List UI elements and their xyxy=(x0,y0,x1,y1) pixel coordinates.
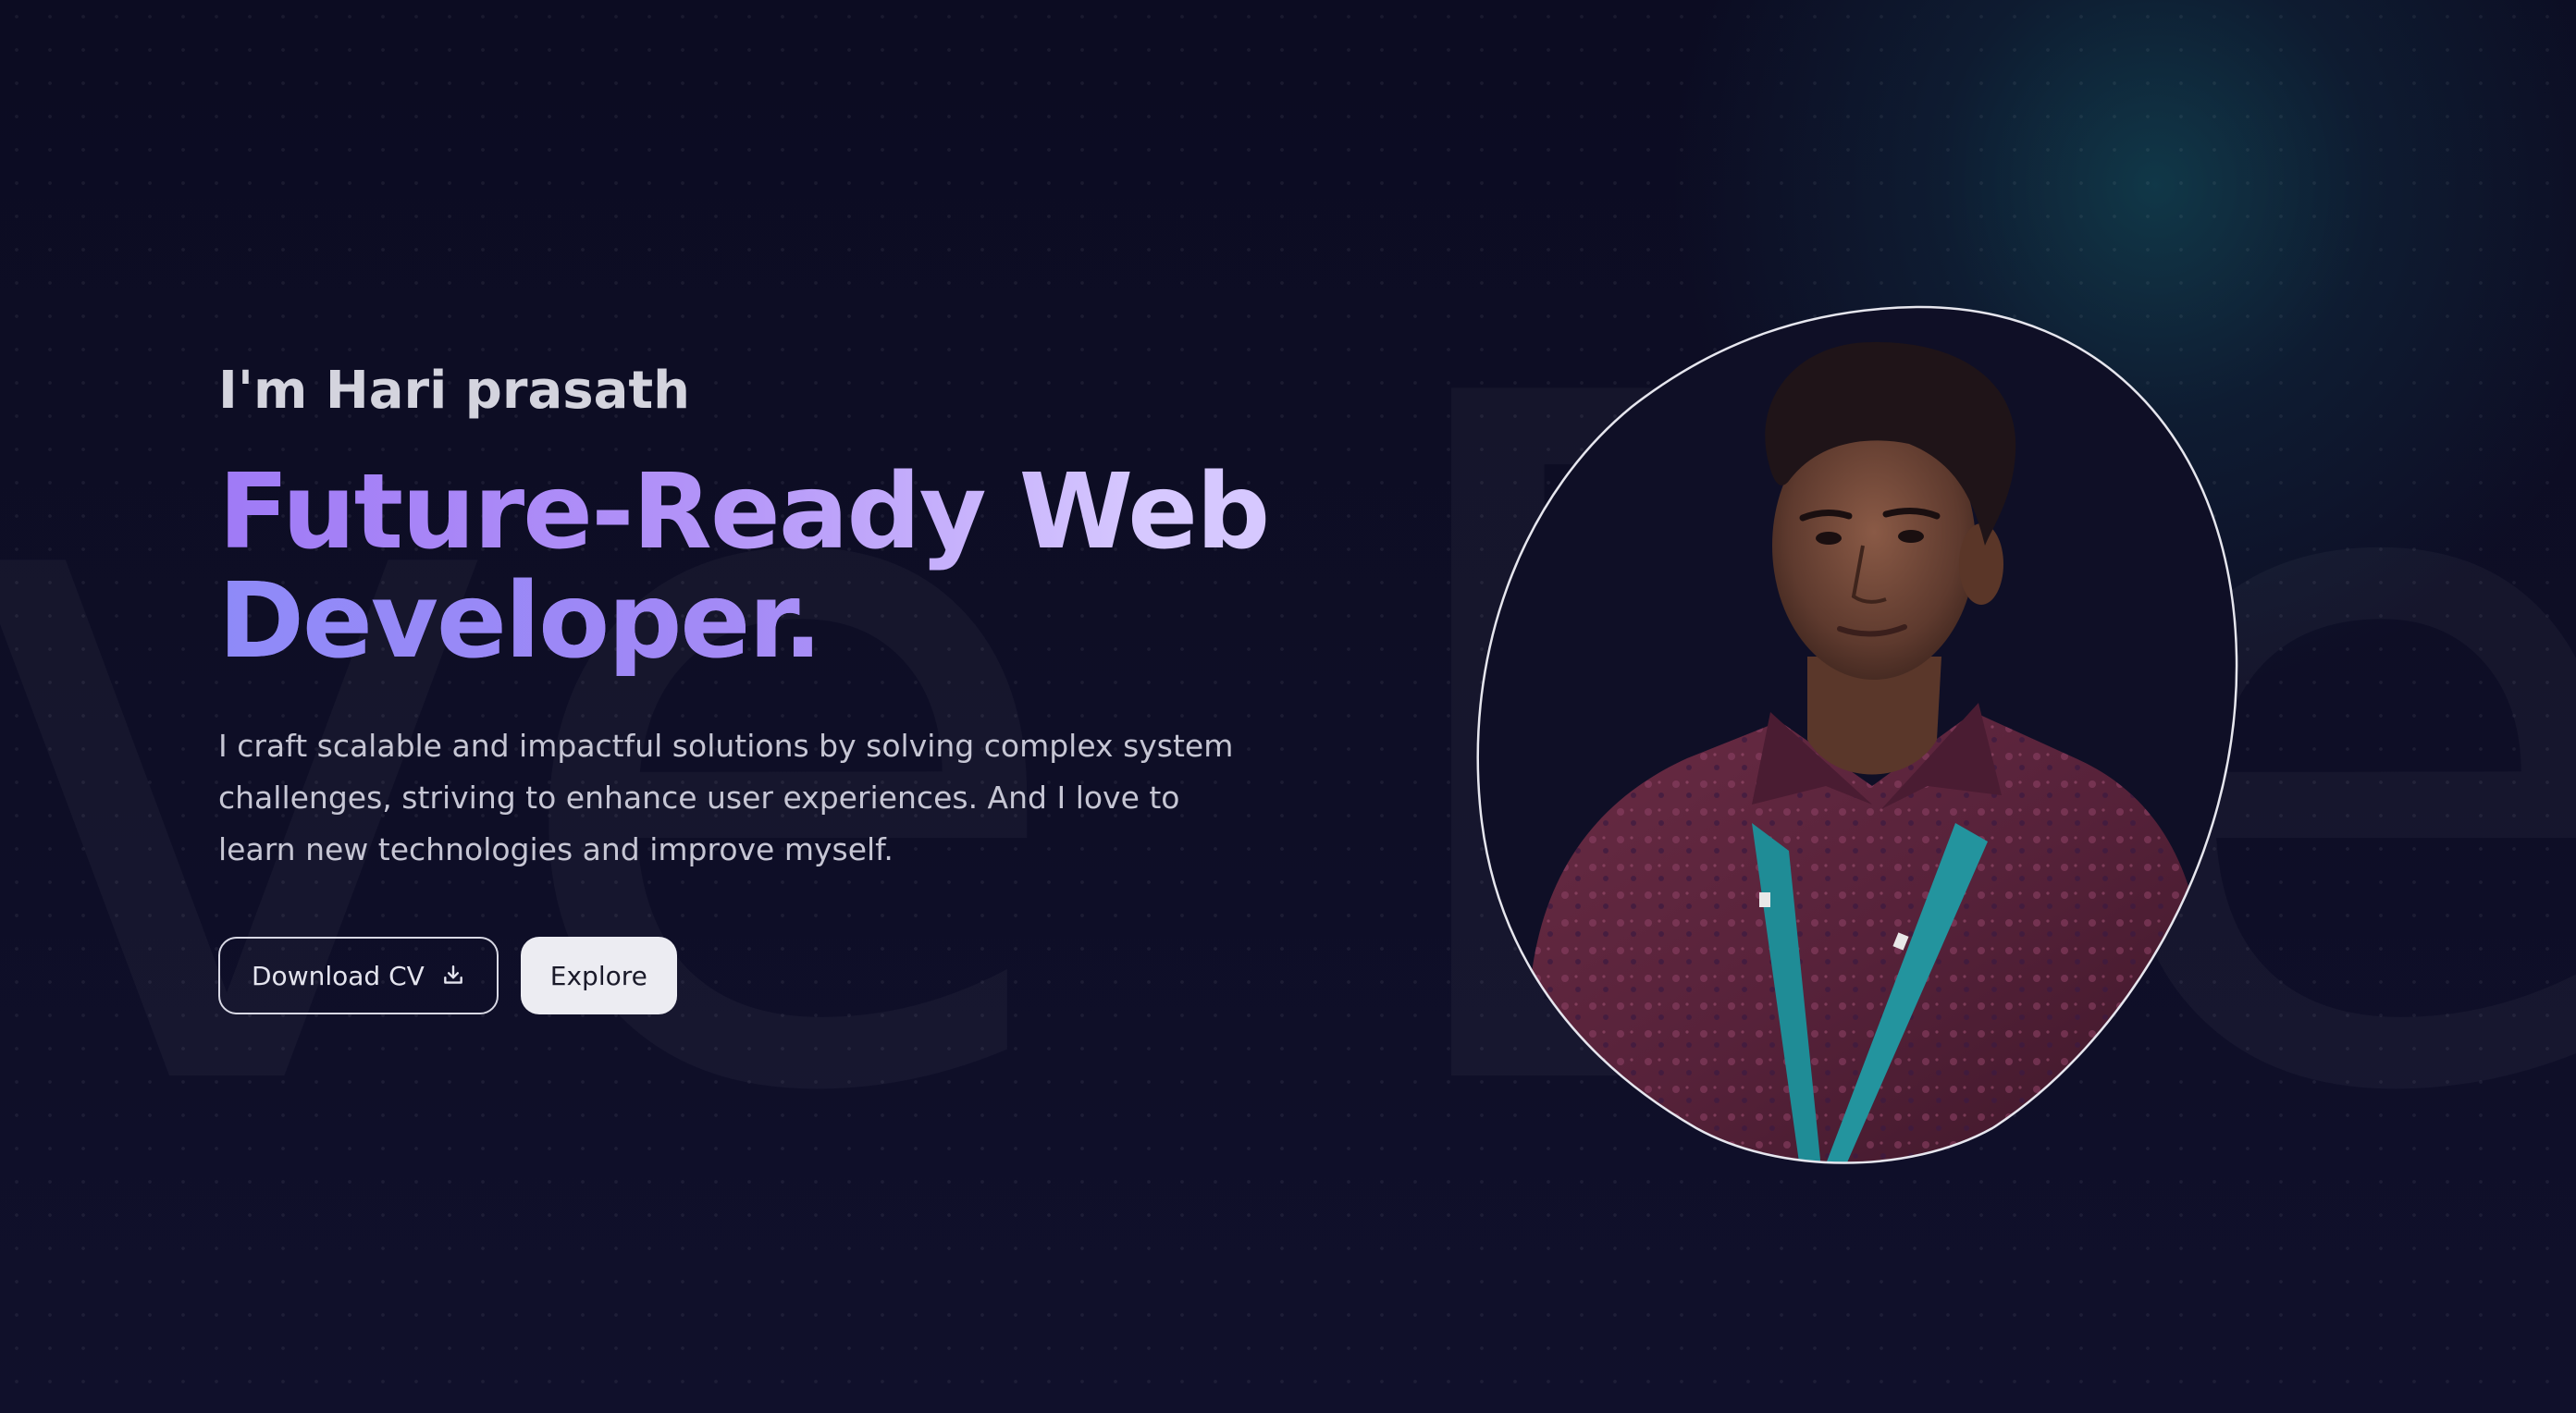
lanyard-clip xyxy=(1759,892,1770,907)
profile-portrait xyxy=(1474,305,2238,1169)
bio-paragraph: I craft scalable and impactful solutions… xyxy=(218,728,1234,867)
headline-line-2: Developer. xyxy=(218,567,1310,676)
headline-line-1: Future-Ready Web xyxy=(218,452,1269,572)
hero-buttons: Download CV Explore xyxy=(218,937,1310,1014)
greeting-text: I'm Hari prasath xyxy=(218,361,691,421)
download-cv-button[interactable]: Download CV xyxy=(218,937,499,1014)
download-icon xyxy=(441,964,465,988)
portrait-illustration xyxy=(1476,305,2238,1164)
download-cv-label: Download CV xyxy=(252,960,425,991)
explore-button[interactable]: Explore xyxy=(520,937,677,1014)
hero-page: ive Dev I'm Hari prasath Future-Ready We… xyxy=(0,0,2576,1413)
portrait-photo xyxy=(1477,306,2237,1163)
hero-headline: Future-Ready Web Developer. xyxy=(218,458,1310,676)
hero-text-section: I'm Hari prasath Future-Ready Web Develo… xyxy=(218,361,1310,1014)
